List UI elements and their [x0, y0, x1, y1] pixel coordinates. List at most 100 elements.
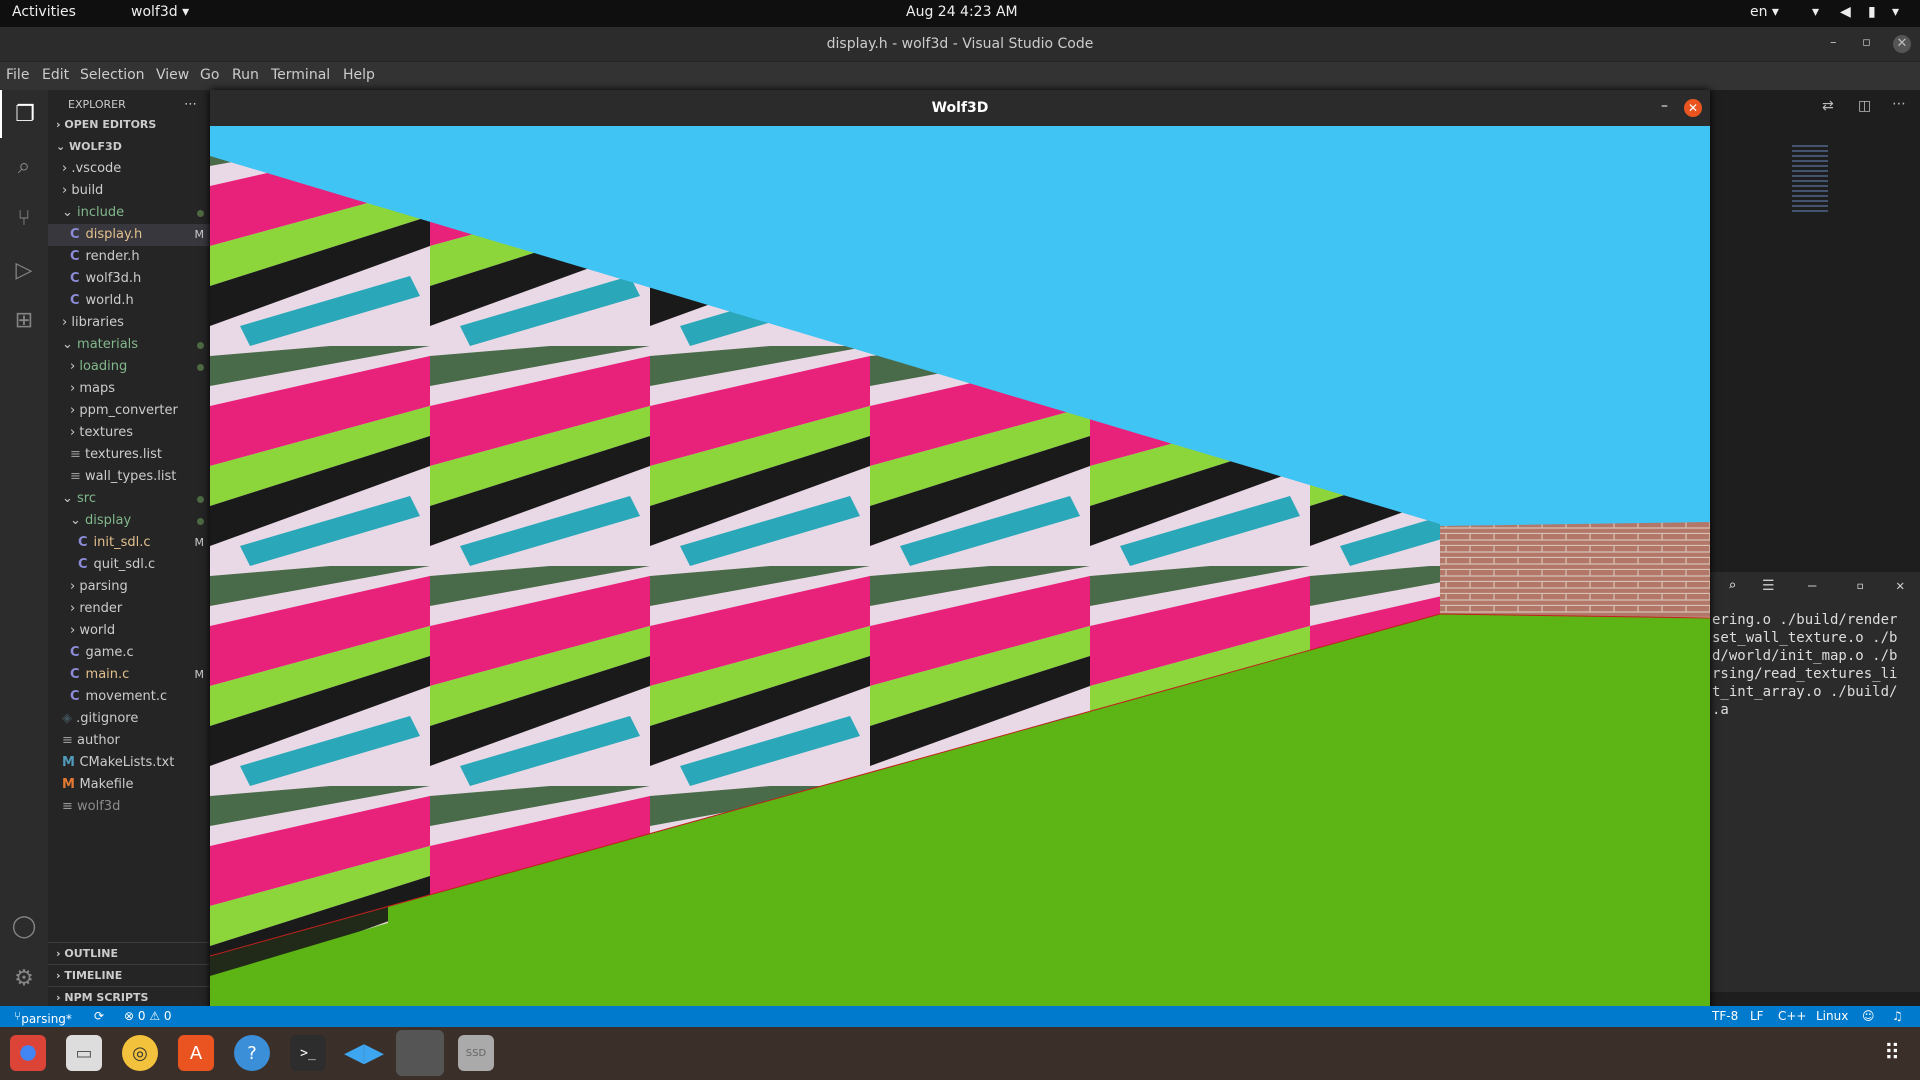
rhythmbox-icon[interactable]: ◎: [122, 1035, 158, 1071]
language-indicator[interactable]: en ▾: [1750, 4, 1779, 20]
explorer-icon[interactable]: ❐: [0, 90, 48, 138]
tree-item-label: textures: [79, 425, 134, 440]
tree-item-maps[interactable]: › maps: [48, 378, 210, 400]
tree-item-game-c[interactable]: Cgame.c: [48, 642, 210, 664]
minimap[interactable]: [1792, 145, 1828, 215]
chrome-icon[interactable]: [10, 1035, 46, 1071]
tree-item-makefile[interactable]: M Makefile: [48, 774, 210, 796]
close-icon[interactable]: ✕: [1893, 35, 1911, 53]
split-editor-icon[interactable]: ◫: [1858, 98, 1871, 114]
editor-more-icon[interactable]: ⋯: [1892, 96, 1906, 112]
files-icon[interactable]: ▭: [66, 1035, 102, 1071]
menu-file[interactable]: File: [6, 67, 29, 83]
system-menu-chevron-icon[interactable]: ▾: [1892, 4, 1899, 20]
source-control-icon[interactable]: ⑂: [0, 194, 48, 242]
text-file-icon: ≡: [70, 469, 86, 484]
tree-item-src[interactable]: ⌄ src: [48, 488, 210, 510]
maximize-icon[interactable]: ▫: [1862, 35, 1871, 50]
c-file-icon: C: [78, 535, 88, 550]
software-center-icon[interactable]: A: [178, 1035, 214, 1071]
clock[interactable]: Aug 24 4:23 AM: [906, 4, 1018, 20]
account-icon[interactable]: ◯: [0, 902, 48, 950]
tree-item-render[interactable]: › render: [48, 598, 210, 620]
tree-item-ppm-converter[interactable]: › ppm_converter: [48, 400, 210, 422]
tree-item-init-sdl-c[interactable]: Cinit_sdl.c M: [48, 532, 210, 554]
tree-item-loading[interactable]: › loading: [48, 356, 210, 378]
tree-item-cmakelists-txt[interactable]: M CMakeLists.txt: [48, 752, 210, 774]
extensions-icon[interactable]: ⊞: [0, 296, 48, 344]
terminal-menu-icon[interactable]: ☰: [1762, 578, 1775, 594]
eol-status[interactable]: LF: [1750, 1009, 1764, 1023]
tree-item-wall-types-list[interactable]: ≡ wall_types.list: [48, 466, 210, 488]
menu-go[interactable]: Go: [200, 67, 219, 83]
open-editors-section[interactable]: › OPEN EDITORS: [48, 114, 210, 136]
run-debug-icon[interactable]: ▷: [0, 246, 48, 294]
tree-item-vscode[interactable]: › .vscode: [48, 158, 210, 180]
tree-item-label: Makefile: [79, 777, 134, 792]
wolf3d-game-window[interactable]: Wolf3D – ✕: [210, 90, 1710, 1026]
raycast-viewport[interactable]: [210, 126, 1710, 1026]
workspace-root[interactable]: ⌄ WOLF3D: [48, 136, 210, 158]
activities-button[interactable]: Activities: [12, 4, 76, 20]
tree-item-textures[interactable]: › textures: [48, 422, 210, 444]
git-branch-status[interactable]: ⑂ parsing*: [14, 1009, 72, 1026]
problems-status[interactable]: ⊗ 0 ⚠ 0: [124, 1009, 172, 1023]
terminal-minimize-icon[interactable]: –: [1808, 578, 1816, 594]
tree-item-author[interactable]: ≡ author: [48, 730, 210, 752]
menu-view[interactable]: View: [156, 67, 189, 83]
tree-item-display[interactable]: ⌄ display: [48, 510, 210, 532]
battery-icon[interactable]: ▮: [1868, 4, 1876, 20]
volume-icon[interactable]: ◀: [1840, 4, 1851, 20]
tree-item-include[interactable]: ⌄ include: [48, 202, 210, 224]
terminal-search-icon[interactable]: ⌕: [1728, 578, 1736, 594]
outline-section[interactable]: › OUTLINE: [48, 942, 210, 964]
menu-terminal[interactable]: Terminal: [271, 67, 330, 83]
settings-gear-icon[interactable]: ⚙: [0, 954, 48, 1002]
tree-item-build[interactable]: › build: [48, 180, 210, 202]
tree-item-materials[interactable]: ⌄ materials: [48, 334, 210, 356]
os-status[interactable]: Linux: [1816, 1009, 1848, 1023]
language-mode-status[interactable]: C++: [1778, 1009, 1807, 1023]
tree-item-wolf3d[interactable]: ≡ wolf3d: [48, 796, 210, 818]
notifications-bell-icon[interactable]: ♫: [1892, 1009, 1903, 1023]
menu-help[interactable]: Help: [343, 67, 375, 83]
tree-item-display-h[interactable]: Cdisplay.h M: [48, 224, 210, 246]
drive-icon[interactable]: SSD: [458, 1035, 494, 1071]
show-apps-grid-icon[interactable]: ⠿: [1874, 1035, 1910, 1071]
tree-item-movement-c[interactable]: Cmovement.c: [48, 686, 210, 708]
game-minimize-icon[interactable]: –: [1661, 98, 1668, 114]
timeline-section[interactable]: › TIMELINE: [48, 964, 210, 986]
tree-item-parsing[interactable]: › parsing: [48, 576, 210, 598]
search-icon[interactable]: ⌕: [0, 142, 48, 190]
tree-item-main-c[interactable]: Cmain.c M: [48, 664, 210, 686]
menu-run[interactable]: Run: [232, 67, 259, 83]
wifi-icon[interactable]: ▾: [1812, 4, 1819, 20]
game-close-icon[interactable]: ✕: [1684, 99, 1702, 117]
explorer-sidebar: EXPLORER ⋯ › OPEN EDITORS ⌄ WOLF3D › .vs…: [48, 90, 210, 1006]
more-actions-icon[interactable]: ⋯: [184, 94, 204, 116]
feedback-icon[interactable]: ☺: [1862, 1009, 1875, 1023]
wolf3d-app-icon[interactable]: [396, 1030, 444, 1076]
menu-selection[interactable]: Selection: [80, 67, 145, 83]
npm-scripts-section[interactable]: › NPM SCRIPTS: [48, 986, 210, 1006]
tree-item-gitignore[interactable]: ◈ .gitignore: [48, 708, 210, 730]
tree-item-textures-list[interactable]: ≡ textures.list: [48, 444, 210, 466]
terminal-window[interactable]: ⌕ ☰ – ▫ ✕ ering.o ./build/render set_wal…: [1710, 572, 1920, 992]
encoding-status[interactable]: TF-8: [1712, 1009, 1738, 1023]
tree-item-wolf3d-h[interactable]: Cwolf3d.h: [48, 268, 210, 290]
tree-item-render-h[interactable]: Crender.h: [48, 246, 210, 268]
tree-item-world-h[interactable]: Cworld.h: [48, 290, 210, 312]
vscode-app-icon[interactable]: ◀▶: [344, 1035, 384, 1071]
minimize-icon[interactable]: –: [1830, 35, 1837, 50]
terminal-app-icon[interactable]: >_: [290, 1035, 326, 1071]
tree-item-libraries[interactable]: › libraries: [48, 312, 210, 334]
terminal-maximize-icon[interactable]: ▫: [1856, 578, 1864, 594]
tree-item-quit-sdl-c[interactable]: Cquit_sdl.c: [48, 554, 210, 576]
sync-icon[interactable]: ⟳: [94, 1009, 104, 1023]
help-icon[interactable]: ?: [234, 1035, 270, 1071]
tree-item-world[interactable]: › world: [48, 620, 210, 642]
open-changes-icon[interactable]: ⇄: [1822, 98, 1834, 114]
menu-edit[interactable]: Edit: [42, 67, 69, 83]
terminal-close-icon[interactable]: ✕: [1896, 578, 1904, 594]
app-menu[interactable]: wolf3d ▾: [131, 4, 189, 20]
